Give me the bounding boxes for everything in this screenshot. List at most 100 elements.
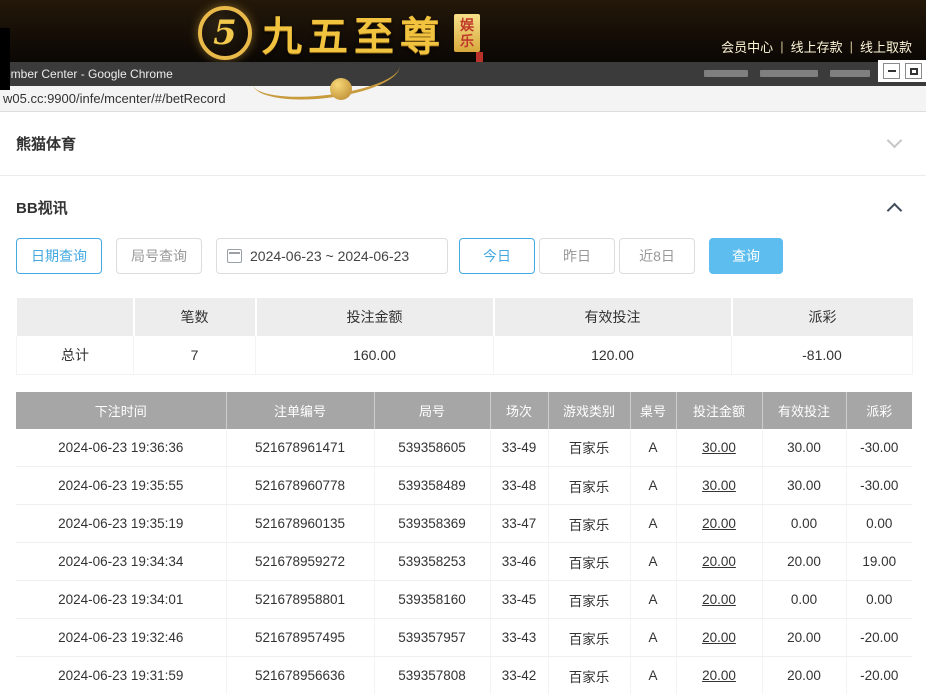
calendar-icon [227, 249, 242, 263]
cell-valid: 30.00 [762, 467, 846, 505]
header-session: 场次 [490, 392, 548, 429]
cell-table_no: A [630, 429, 676, 467]
section-bb-video[interactable]: BB视讯 [0, 176, 926, 238]
cell-order: 521678961471 [226, 429, 374, 467]
cell-session: 33-48 [490, 467, 548, 505]
bb-video-title: BB视讯 [16, 197, 68, 218]
cell-bet[interactable]: 30.00 [676, 429, 762, 467]
obscured-banner-text [704, 70, 870, 77]
summary-payout-value: -81.00 [732, 336, 913, 374]
header-order-id: 注单编号 [226, 392, 374, 429]
cell-order: 521678957495 [226, 619, 374, 657]
cell-bet[interactable]: 20.00 [676, 619, 762, 657]
cell-bet[interactable]: 20.00 [676, 657, 762, 694]
minimize-button[interactable] [883, 63, 900, 79]
bet-record-page: 熊猫体育 BB视讯 日期查询 局号查询 2024-06-23 ~ 2024-06… [0, 112, 926, 694]
bet-table-body: 2024-06-23 19:36:36521678961471539358605… [16, 429, 912, 694]
online-withdrawal-link[interactable]: 线上取款 [860, 37, 912, 56]
cell-game: 百家乐 [548, 467, 630, 505]
chevron-up-icon[interactable] [887, 202, 903, 218]
member-center-link[interactable]: 会员中心 [721, 37, 773, 56]
banner-nav: 会员中心 | 线上存款 | 线上取款 [721, 37, 912, 56]
logo-coin-icon: 5 [198, 6, 252, 60]
header-bet-time: 下注时间 [16, 392, 226, 429]
summary-table: 笔数 投注金额 有效投注 派彩 总计 7 160.00 120.00 -81.0… [16, 298, 913, 375]
cell-game: 百家乐 [548, 429, 630, 467]
header-bet-amount: 投注金额 [676, 392, 762, 429]
date-query-button[interactable]: 日期查询 [16, 238, 102, 274]
last-8-days-button[interactable]: 近8日 [619, 238, 695, 274]
table-row: 2024-06-23 19:36:36521678961471539358605… [16, 429, 912, 467]
summary-header-payout: 派彩 [732, 298, 913, 336]
cell-bet[interactable]: 20.00 [676, 505, 762, 543]
cell-time: 2024-06-23 19:31:59 [16, 657, 226, 694]
cell-valid: 0.00 [762, 505, 846, 543]
cell-session: 33-46 [490, 543, 548, 581]
cell-bet[interactable]: 30.00 [676, 467, 762, 505]
round-query-button[interactable]: 局号查询 [116, 238, 202, 274]
cell-session: 33-45 [490, 581, 548, 619]
cell-time: 2024-06-23 19:36:36 [16, 429, 226, 467]
header-round-id: 局号 [374, 392, 490, 429]
header-valid-bet: 有效投注 [762, 392, 846, 429]
table-row: 2024-06-23 19:34:01521678958801539358160… [16, 581, 912, 619]
url-text: w05.cc:9900/infe/mcenter/#/betRecord [0, 91, 226, 106]
cell-round: 539358160 [374, 581, 490, 619]
summary-total-row: 总计 7 160.00 120.00 -81.00 [17, 336, 913, 374]
yesterday-button[interactable]: 昨日 [539, 238, 615, 274]
date-range-input[interactable]: 2024-06-23 ~ 2024-06-23 [216, 238, 448, 274]
cell-order: 521678959272 [226, 543, 374, 581]
screen: 5 九五至尊 娱乐 会员中心 | 线上存款 | 线上取款 ember Cente… [0, 0, 926, 694]
logo-entertainment-badge: 娱乐 [454, 14, 480, 52]
filter-toolbar: 日期查询 局号查询 2024-06-23 ~ 2024-06-23 今日 昨日 … [0, 238, 926, 274]
window-controls [878, 60, 926, 82]
cell-time: 2024-06-23 19:35:19 [16, 505, 226, 543]
cell-bet[interactable]: 20.00 [676, 543, 762, 581]
logo-text: 九五至尊 [262, 4, 446, 62]
cell-payout: -20.00 [846, 657, 912, 694]
cell-order: 521678960778 [226, 467, 374, 505]
chevron-down-icon[interactable] [887, 133, 903, 149]
header-table-no: 桌号 [630, 392, 676, 429]
cell-time: 2024-06-23 19:34:34 [16, 543, 226, 581]
table-row: 2024-06-23 19:35:19521678960135539358369… [16, 505, 912, 543]
cell-table_no: A [630, 467, 676, 505]
cell-order: 521678956636 [226, 657, 374, 694]
section-panda-sports[interactable]: 熊猫体育 [0, 112, 926, 176]
cell-bet[interactable]: 20.00 [676, 581, 762, 619]
cell-payout: -30.00 [846, 429, 912, 467]
link-separator: | [850, 39, 853, 54]
bet-record-table: 下注时间 注单编号 局号 场次 游戏类别 桌号 投注金额 有效投注 派彩 202… [16, 392, 912, 694]
cell-order: 521678958801 [226, 581, 374, 619]
maximize-icon [910, 68, 918, 75]
cell-time: 2024-06-23 19:34:01 [16, 581, 226, 619]
bet-table-header-row: 下注时间 注单编号 局号 场次 游戏类别 桌号 投注金额 有效投注 派彩 [16, 392, 912, 429]
cell-table_no: A [630, 505, 676, 543]
cell-round: 539357957 [374, 619, 490, 657]
cell-session: 33-47 [490, 505, 548, 543]
cell-round: 539358369 [374, 505, 490, 543]
summary-bet-value: 160.00 [256, 336, 494, 374]
maximize-button[interactable] [905, 63, 922, 79]
cell-session: 33-49 [490, 429, 548, 467]
today-button[interactable]: 今日 [459, 238, 535, 274]
summary-count-value: 7 [134, 336, 256, 374]
window-title: ember Center - Google Chrome [0, 67, 173, 81]
cell-valid: 0.00 [762, 581, 846, 619]
cell-valid: 20.00 [762, 543, 846, 581]
cell-time: 2024-06-23 19:32:46 [16, 619, 226, 657]
table-row: 2024-06-23 19:34:34521678959272539358253… [16, 543, 912, 581]
summary-header-row: 笔数 投注金额 有效投注 派彩 [17, 298, 913, 336]
cell-valid: 30.00 [762, 429, 846, 467]
table-row: 2024-06-23 19:31:59521678956636539357808… [16, 657, 912, 694]
cell-valid: 20.00 [762, 657, 846, 694]
chrome-urlbar[interactable]: w05.cc:9900/infe/mcenter/#/betRecord [0, 86, 926, 112]
header-payout: 派彩 [846, 392, 912, 429]
search-button[interactable]: 查询 [709, 238, 783, 274]
cell-payout: 0.00 [846, 581, 912, 619]
site-logo: 5 九五至尊 娱乐 [198, 4, 480, 62]
online-deposit-link[interactable]: 线上存款 [791, 37, 843, 56]
cell-valid: 20.00 [762, 619, 846, 657]
date-range-value: 2024-06-23 ~ 2024-06-23 [250, 248, 409, 264]
summary-total-label: 总计 [17, 336, 134, 374]
